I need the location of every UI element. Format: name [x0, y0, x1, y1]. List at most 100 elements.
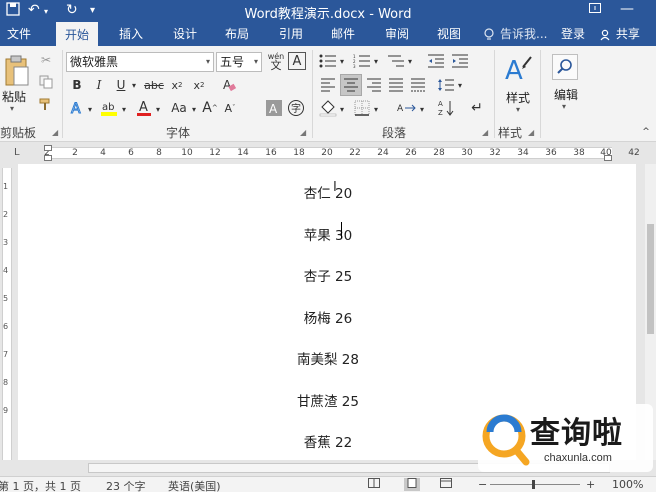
enclose-characters-icon[interactable]: 字: [286, 98, 306, 118]
tab-mailings[interactable]: 邮件: [320, 22, 366, 46]
document-line[interactable]: 杨梅 26: [18, 307, 638, 327]
zoom-level[interactable]: 100%: [612, 478, 643, 491]
tab-home[interactable]: 开始: [56, 22, 98, 46]
borders-icon[interactable]: [352, 98, 372, 118]
distributed-icon[interactable]: [408, 76, 428, 94]
zoom-slider[interactable]: [490, 484, 580, 485]
font-color-dropdown-icon[interactable]: ▾: [154, 102, 162, 116]
tab-layout[interactable]: 布局: [214, 22, 260, 46]
tab-selector-icon[interactable]: L: [14, 147, 20, 158]
document-line[interactable]: 南美梨 28: [18, 348, 638, 368]
underline-dropdown-icon[interactable]: ▾: [130, 78, 138, 92]
multilevel-dropdown-icon[interactable]: ▾: [406, 54, 414, 68]
grow-font-icon[interactable]: A ^: [202, 98, 218, 118]
shading-icon[interactable]: [318, 98, 338, 118]
shrink-font-icon[interactable]: Aˇ: [222, 98, 238, 118]
tab-view[interactable]: 视图: [426, 22, 472, 46]
superscript-icon[interactable]: x2: [190, 76, 208, 94]
word-count[interactable]: 23 个字: [106, 478, 146, 492]
phonetic-guide-icon[interactable]: wén 文: [266, 50, 286, 72]
character-shading-icon[interactable]: A: [264, 98, 284, 118]
paragraph-launcher-icon[interactable]: ◢: [482, 128, 488, 137]
align-left-icon[interactable]: [318, 76, 338, 94]
styles-launcher-icon[interactable]: ◢: [528, 128, 534, 137]
find-icon[interactable]: [552, 54, 578, 80]
underline-icon[interactable]: U: [112, 76, 130, 94]
sign-in-link[interactable]: 登录: [561, 22, 585, 46]
character-border-icon[interactable]: A: [288, 52, 306, 70]
zoom-out-icon[interactable]: −: [478, 478, 487, 491]
tab-review[interactable]: 审阅: [374, 22, 420, 46]
paste-label[interactable]: 粘贴: [2, 88, 26, 105]
font-color-icon[interactable]: A: [134, 98, 154, 118]
read-mode-icon[interactable]: [368, 478, 380, 491]
format-painter-icon[interactable]: [38, 96, 54, 112]
paste-dropdown-icon[interactable]: ▾: [10, 104, 14, 113]
italic-icon[interactable]: I: [90, 76, 108, 94]
sort-icon[interactable]: AZ: [436, 98, 456, 118]
highlight-icon[interactable]: ab: [98, 98, 120, 118]
first-line-indent-marker[interactable]: [44, 145, 52, 151]
right-indent-marker[interactable]: [604, 155, 612, 161]
tab-file[interactable]: 文件: [0, 22, 38, 46]
chinese-layout-dropdown-icon[interactable]: ▾: [418, 102, 426, 116]
bold-icon[interactable]: B: [68, 76, 86, 94]
language-status[interactable]: 英语(美国): [168, 478, 221, 492]
editing-button-label[interactable]: 编辑: [554, 86, 578, 103]
decrease-indent-icon[interactable]: [426, 52, 446, 70]
text-effects-icon[interactable]: A: [68, 98, 86, 118]
document-line[interactable]: 杏仁 20: [18, 182, 638, 202]
change-case-icon[interactable]: Aa: [168, 98, 190, 118]
increase-indent-icon[interactable]: [450, 52, 470, 70]
strikethrough-icon[interactable]: abc: [144, 76, 164, 94]
font-size-combo[interactable]: 五号 ▾: [216, 52, 262, 72]
share-button[interactable]: 共享: [600, 22, 640, 46]
styles-button-label[interactable]: 样式: [506, 89, 530, 106]
vertical-scroll-thumb[interactable]: [647, 224, 654, 334]
tab-insert[interactable]: 插入: [108, 22, 154, 46]
print-layout-icon[interactable]: [404, 478, 420, 491]
minimize-icon[interactable]: —: [620, 1, 634, 17]
collapse-ribbon-icon[interactable]: ^: [640, 126, 652, 138]
change-case-dropdown-icon[interactable]: ▾: [190, 102, 198, 116]
web-layout-icon[interactable]: [440, 478, 452, 491]
document-line[interactable]: 苹果 30: [18, 224, 638, 244]
align-right-icon[interactable]: [364, 76, 384, 94]
numbering-dropdown-icon[interactable]: ▾: [372, 54, 380, 68]
cut-icon[interactable]: ✂: [38, 52, 54, 68]
page-count[interactable]: 第 1 页，共 1 页: [0, 478, 81, 492]
horizontal-ruler[interactable]: L 2 2 4 6 8 10 12 14 16 18 20 22 24 26 28 30 32 34 36 38 40 4…: [0, 142, 656, 164]
tell-me-box[interactable]: 告诉我...: [500, 22, 547, 46]
vertical-ruler[interactable]: 1 2 3 4 5 6 7 8 9: [0, 164, 14, 460]
multilevel-list-icon[interactable]: [386, 52, 406, 70]
bullets-dropdown-icon[interactable]: ▾: [338, 54, 346, 68]
styles-dropdown-icon[interactable]: ▾: [516, 105, 520, 114]
copy-icon[interactable]: [38, 74, 54, 90]
font-name-combo[interactable]: 微软雅黑 ▾: [66, 52, 214, 72]
hanging-indent-marker[interactable]: [44, 155, 52, 161]
paste-icon[interactable]: [2, 54, 32, 88]
zoom-slider-thumb[interactable]: [532, 480, 535, 489]
editing-dropdown-icon[interactable]: ▾: [562, 102, 566, 111]
line-spacing-icon[interactable]: [436, 76, 456, 94]
font-launcher-icon[interactable]: ◢: [300, 128, 306, 137]
line-spacing-dropdown-icon[interactable]: ▾: [456, 78, 464, 92]
shading-dropdown-icon[interactable]: ▾: [338, 102, 346, 116]
clipboard-launcher-icon[interactable]: ◢: [52, 128, 58, 137]
justify-icon[interactable]: [386, 76, 406, 94]
clear-formatting-icon[interactable]: A: [220, 76, 238, 94]
subscript-icon[interactable]: x2: [168, 76, 186, 94]
tab-references[interactable]: 引用: [268, 22, 314, 46]
zoom-in-icon[interactable]: +: [586, 478, 595, 491]
document-line[interactable]: 杏子 25: [18, 265, 638, 285]
show-marks-icon[interactable]: ↵: [468, 98, 486, 118]
bullets-icon[interactable]: [318, 52, 338, 70]
chinese-layout-icon[interactable]: A: [396, 98, 418, 118]
highlight-dropdown-icon[interactable]: ▾: [120, 102, 128, 116]
borders-dropdown-icon[interactable]: ▾: [372, 102, 380, 116]
numbering-icon[interactable]: 123: [352, 52, 372, 70]
ribbon-display-icon[interactable]: [588, 1, 602, 19]
align-center-icon[interactable]: [340, 74, 362, 96]
styles-gallery-icon[interactable]: A: [502, 52, 534, 88]
text-effects-dropdown-icon[interactable]: ▾: [86, 102, 94, 116]
